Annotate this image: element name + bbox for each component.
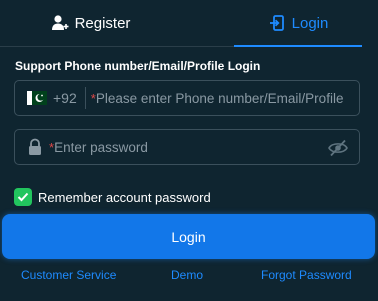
forgot-password-link[interactable]: Forgot Password: [261, 268, 352, 282]
login-instructions: Support Phone number/Email/Profile Login: [15, 59, 261, 73]
tab-login-label: Login: [291, 14, 329, 32]
login-panel: Register Login Support Phone number/Emai…: [0, 0, 378, 301]
login-door-icon: [268, 14, 286, 32]
tab-register[interactable]: Register: [0, 0, 181, 46]
tab-login[interactable]: Login: [234, 0, 362, 47]
field-divider: [84, 87, 86, 109]
checkbox-checked-icon[interactable]: [14, 188, 32, 206]
remember-password-toggle[interactable]: Remember account password: [14, 188, 211, 206]
add-user-icon: [51, 14, 69, 32]
tab-register-label: Register: [74, 14, 131, 32]
pakistan-flag-icon[interactable]: [27, 91, 47, 105]
auth-tabs: Register Login: [0, 0, 362, 47]
country-code[interactable]: +92: [53, 90, 77, 106]
customer-service-link[interactable]: Customer Service: [21, 268, 116, 282]
lock-icon: [28, 138, 44, 156]
password-placeholder: Enter password: [54, 139, 148, 155]
demo-link[interactable]: Demo: [171, 268, 203, 282]
eye-off-icon[interactable]: [327, 138, 349, 158]
login-button[interactable]: Login: [2, 214, 375, 259]
phone-placeholder: Please enter Phone number/Email/Profile: [95, 90, 344, 106]
phone-email-input[interactable]: +92 * Please enter Phone number/Email/Pr…: [14, 80, 360, 116]
remember-label: Remember account password: [38, 189, 211, 205]
password-input[interactable]: * Enter password: [14, 129, 360, 165]
footer-links: Customer Service Demo Forgot Password: [0, 268, 378, 284]
